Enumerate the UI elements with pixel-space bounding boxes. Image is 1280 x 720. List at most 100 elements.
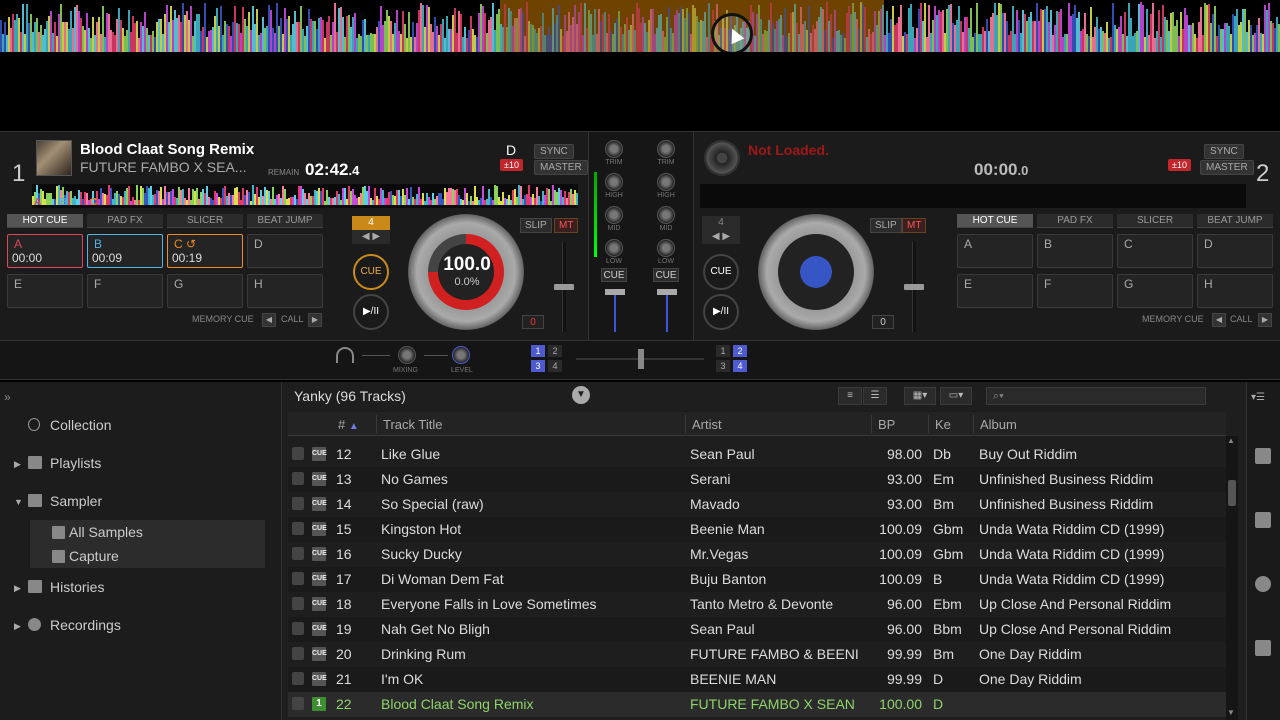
hotcue-pad-e[interactable]: E xyxy=(7,274,83,308)
high-knob-2[interactable] xyxy=(657,173,675,191)
table-row[interactable]: CUE 20 Drinking Rum FUTURE FAMBO & BEENI 99.… xyxy=(288,642,1226,667)
column-key[interactable]: Ke xyxy=(935,417,951,432)
cue-icon[interactable]: CUE xyxy=(312,472,327,486)
hotcue-pad-g[interactable]: G xyxy=(167,274,243,308)
channel-cue-2[interactable]: CUE xyxy=(653,268,679,282)
hotcue-pad-g[interactable]: G xyxy=(1117,274,1193,308)
cue-icon[interactable]: CUE xyxy=(312,572,327,586)
table-row[interactable]: CUE 18 Everyone Falls in Love Sometimes Tan… xyxy=(288,592,1226,617)
cue-icon[interactable]: CUE xyxy=(312,647,327,661)
cue-button[interactable]: CUE xyxy=(703,254,739,290)
overview-waveform[interactable] xyxy=(0,0,1280,52)
tempo-reset-button[interactable]: 0 xyxy=(872,315,894,329)
hotcue-pad-c[interactable]: C xyxy=(1117,234,1193,268)
tab-hot-cue[interactable]: HOT CUE xyxy=(957,214,1033,228)
jog-wheel[interactable] xyxy=(758,214,874,330)
cue-icon[interactable]: CUE xyxy=(312,597,327,611)
fx-assign-right-1[interactable]: 1 xyxy=(716,345,730,357)
trim-knob-1[interactable] xyxy=(605,140,623,158)
lock-icon[interactable] xyxy=(292,597,304,610)
expand-caret-icon[interactable]: ▶ xyxy=(14,621,21,632)
expand-caret-icon[interactable]: ▶ xyxy=(14,459,21,470)
slip-button[interactable]: SLIP xyxy=(870,218,902,233)
pitch-range-badge[interactable]: ±10 xyxy=(500,159,523,171)
column-title[interactable]: Track Title xyxy=(383,417,442,432)
search-input[interactable]: ⌕▾ xyxy=(986,387,1206,405)
tree-collection[interactable]: Collection xyxy=(50,417,111,433)
tab-beat-jump[interactable]: BEAT JUMP xyxy=(247,214,323,228)
column-num[interactable]: # ▲ xyxy=(338,417,359,432)
related-tracks-icon[interactable] xyxy=(1255,512,1271,528)
lock-icon[interactable] xyxy=(292,672,304,685)
call-prev-button[interactable]: ◀ xyxy=(262,313,276,327)
tab-hot-cue[interactable]: HOT CUE xyxy=(7,214,83,228)
tree-all-samples[interactable]: All Samples xyxy=(69,524,143,540)
play-pause-button[interactable]: ▶/II xyxy=(353,294,389,330)
panel-layout-icon[interactable]: ▭▾ xyxy=(940,387,972,405)
collapse-caret-icon[interactable]: ▼ xyxy=(14,497,23,507)
call-next-button[interactable]: ▶ xyxy=(1258,313,1272,327)
fx-assign-left-3[interactable]: 3 xyxy=(531,360,545,372)
hotcue-pad-c[interactable]: C ↺ 00:19 xyxy=(167,234,243,268)
info-icon[interactable] xyxy=(1255,576,1271,592)
tab-pad-fx[interactable]: PAD FX xyxy=(1037,214,1113,228)
beat-jump-buttons[interactable]: ◀ ▶ xyxy=(702,230,740,244)
channel-fader-1-handle[interactable] xyxy=(605,289,625,295)
channel-cue-1[interactable]: CUE xyxy=(601,268,627,282)
list-menu-dropdown-icon[interactable]: ▼ xyxy=(572,386,590,404)
fx-assign-left-2[interactable]: 2 xyxy=(548,345,562,357)
cue-icon[interactable]: CUE xyxy=(312,547,327,561)
fx-assign-right-4[interactable]: 4 xyxy=(733,360,747,372)
hotcue-pad-f[interactable]: F xyxy=(87,274,163,308)
table-row[interactable]: CUE 13 No Games Serani 93.00 Em Unfinished Bus… xyxy=(288,467,1226,492)
hotcue-pad-f[interactable]: F xyxy=(1037,274,1113,308)
channel-fader-2[interactable] xyxy=(666,292,668,332)
cue-button[interactable]: CUE xyxy=(353,254,389,290)
expand-caret-icon[interactable]: ▶ xyxy=(14,583,21,594)
master-button[interactable]: MASTER xyxy=(1200,160,1254,175)
table-row[interactable]: 1 22 Blood Claat Song Remix FUTURE FAMBO X … xyxy=(288,692,1226,717)
tab-slicer[interactable]: SLICER xyxy=(1117,214,1193,228)
hotcue-pad-d[interactable]: D xyxy=(1197,234,1273,268)
cue-icon[interactable]: CUE xyxy=(312,522,327,536)
fx-assign-right-3[interactable]: 3 xyxy=(716,360,730,372)
hotcue-pad-b[interactable]: B 00:09 xyxy=(87,234,163,268)
lock-icon[interactable] xyxy=(292,572,304,585)
lock-icon[interactable] xyxy=(292,547,304,560)
table-row[interactable]: CUE 12 Like Glue Sean Paul 98.00 Db Buy Out Ri… xyxy=(288,442,1226,467)
side-menu-icon[interactable]: ▾☰ xyxy=(1251,392,1265,403)
sync-button[interactable]: SYNC xyxy=(1204,144,1244,159)
hotcue-pad-d[interactable]: D xyxy=(247,234,323,268)
beat-count[interactable]: 4 xyxy=(702,216,740,230)
hotcue-pad-h[interactable]: H xyxy=(247,274,323,308)
headphone-level-knob[interactable] xyxy=(452,346,470,364)
sync-button[interactable]: SYNC xyxy=(534,144,574,159)
tag-icon[interactable] xyxy=(1255,448,1271,464)
call-prev-button[interactable]: ◀ xyxy=(1212,313,1226,327)
tab-pad-fx[interactable]: PAD FX xyxy=(87,214,163,228)
lock-icon[interactable] xyxy=(292,697,304,710)
fx-assign-right-2[interactable]: 2 xyxy=(733,345,747,357)
column-layout-icon[interactable]: ▦▾ xyxy=(904,387,936,405)
crossfader-handle[interactable] xyxy=(638,349,644,369)
column-album[interactable]: Album xyxy=(980,417,1017,432)
column-bpm[interactable]: BP xyxy=(878,417,895,432)
headphone-mixing-knob[interactable] xyxy=(398,346,416,364)
channel-fader-1[interactable] xyxy=(614,292,616,332)
play-pause-button[interactable]: ▶/II xyxy=(703,294,739,330)
tree-sampler[interactable]: Sampler xyxy=(50,493,102,509)
lock-icon[interactable] xyxy=(292,447,304,460)
tempo-slider-handle[interactable] xyxy=(554,284,574,290)
tree-capture[interactable]: Capture xyxy=(69,548,119,564)
list-panel-icon[interactable] xyxy=(1255,640,1271,656)
high-knob-1[interactable] xyxy=(605,173,623,191)
tab-beat-jump[interactable]: BEAT JUMP xyxy=(1197,214,1273,228)
slip-button[interactable]: SLIP xyxy=(520,218,552,233)
tree-playlists[interactable]: Playlists xyxy=(50,455,101,471)
lock-icon[interactable] xyxy=(292,522,304,535)
cue-icon[interactable]: CUE xyxy=(312,497,327,511)
jog-wheel[interactable]: 100.0 0.0% xyxy=(408,214,524,330)
table-row[interactable]: CUE 16 Sucky Ducky Mr.Vegas 100.09 Gbm Unda Wa… xyxy=(288,542,1226,567)
lock-icon[interactable] xyxy=(292,622,304,635)
lock-icon[interactable] xyxy=(292,472,304,485)
